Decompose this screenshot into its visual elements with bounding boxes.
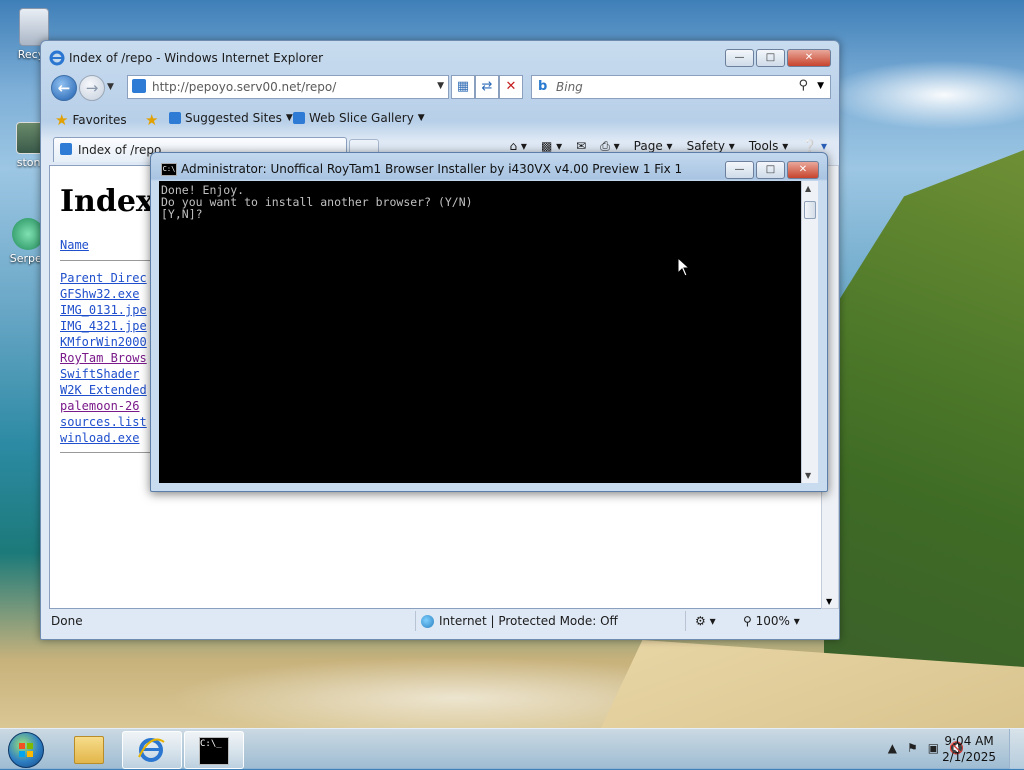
minimize-button[interactable]: — — [725, 49, 754, 67]
console-icon: C:\ — [161, 163, 177, 176]
scroll-down-icon[interactable]: ▼ — [805, 471, 811, 480]
console-line: Do you want to install another browser? … — [161, 195, 473, 209]
status-text: Done — [51, 614, 83, 628]
clock-date: 2/1/2025 — [942, 750, 996, 764]
console-scrollbar[interactable]: ▲ ▼ — [801, 181, 818, 483]
refresh-button[interactable]: ⇄ — [475, 75, 499, 99]
divider — [415, 611, 416, 631]
file-link[interactable]: Parent Direc — [60, 270, 147, 286]
ie-logo-icon — [138, 738, 165, 762]
console-maximize-button[interactable]: □ — [756, 161, 785, 179]
network-icon[interactable]: ▣ — [928, 741, 939, 755]
ie-page-icon — [293, 112, 305, 124]
clock[interactable]: 9:04 AM 2/1/2025 — [942, 733, 996, 765]
address-text[interactable]: http://pepoyo.serv00.net/repo/ — [152, 80, 336, 94]
file-list: Parent Direc GFShw32.exe IMG_0131.jpe IMG_4… — [60, 270, 147, 446]
ie-page-icon — [169, 112, 181, 124]
file-link[interactable]: IMG_4321.jpe — [60, 318, 147, 334]
mouse-cursor-icon — [677, 257, 691, 277]
taskbar-console-button[interactable]: C:\_ — [184, 731, 244, 769]
chevron-down-icon: ▼ — [285, 113, 293, 123]
address-dropdown-icon[interactable]: ▼ — [437, 81, 444, 91]
add-favorite-icon: ★ — [145, 111, 159, 129]
name-column-link[interactable]: Name — [60, 238, 89, 252]
console-text: Done! Enjoy. Do you want to install anoth… — [159, 181, 801, 223]
popup-blocker-icon[interactable]: ⚙ ▾ — [695, 614, 716, 628]
file-link[interactable]: W2K Extended — [60, 382, 147, 398]
zoom-control[interactable]: ⚲ 100% ▾ — [743, 614, 800, 628]
suggested-sites-button[interactable]: Suggested Sites ▼ — [169, 111, 293, 125]
security-zone[interactable]: Internet | Protected Mode: Off — [421, 614, 618, 628]
compatibility-view-button[interactable]: ▦ — [451, 75, 475, 99]
stop-button[interactable]: ✕ — [499, 75, 523, 99]
file-link[interactable]: IMG_0131.jpe — [60, 302, 147, 318]
zone-label: Internet | Protected Mode: Off — [439, 614, 618, 628]
search-placeholder: Bing — [556, 80, 583, 94]
web-slice-gallery-button[interactable]: Web Slice Gallery ▼ — [293, 111, 425, 125]
wallpaper-surf — [120, 650, 680, 730]
ie-page-icon — [60, 143, 72, 155]
show-desktop-button[interactable] — [1009, 729, 1024, 769]
taskbar: C:\_ ▲ ⚑ ▣ 🔇 9:04 AM 2/1/2025 — [0, 728, 1024, 769]
scroll-up-icon[interactable]: ▲ — [805, 184, 811, 193]
console-window[interactable]: C:\ Administrator: Unoffical RoyTam1 Bro… — [150, 152, 828, 492]
console-line: [Y,N]? — [161, 207, 203, 221]
file-link[interactable]: sources.list — [60, 414, 147, 430]
taskbar-ie-button[interactable] — [122, 731, 182, 769]
bing-logo-icon: b — [538, 79, 548, 94]
file-link[interactable]: palemoon-26 — [60, 398, 147, 414]
favorites-bar: ★ Favorites ★ Suggested Sites ▼ Web Slic… — [49, 107, 831, 131]
file-link[interactable]: KMforWin2000 — [60, 334, 147, 350]
command-prompt-icon: C:\_ — [199, 737, 229, 765]
file-link[interactable]: GFShw32.exe — [60, 286, 147, 302]
console-title: Administrator: Unoffical RoyTam1 Browser… — [181, 162, 683, 176]
windows-logo-icon — [19, 743, 33, 757]
console-output[interactable]: Done! Enjoy. Do you want to install anoth… — [159, 181, 801, 483]
address-bar[interactable]: http://pepoyo.serv00.net/repo/ ▼ — [127, 75, 449, 99]
search-options-dropdown[interactable]: ▼ — [817, 81, 824, 91]
search-input[interactable]: b Bing ⚲ ▼ — [531, 75, 831, 99]
star-icon: ★ — [55, 111, 69, 129]
navigation-bar: ← → ▼ http://pepoyo.serv00.net/repo/ ▼ ▦… — [49, 73, 831, 101]
scroll-thumb[interactable] — [804, 201, 816, 219]
status-bar: Done Internet | Protected Mode: Off ⚙ ▾ … — [49, 611, 831, 631]
favorites-label: Favorites — [72, 113, 127, 127]
recent-pages-dropdown[interactable]: ▼ — [107, 82, 114, 92]
wallpaper-clouds — [824, 60, 1024, 130]
favorites-button[interactable]: ★ Favorites — [55, 111, 127, 129]
web-slice-gallery-label: Web Slice Gallery — [309, 111, 414, 125]
suggested-sites-label: Suggested Sites — [185, 111, 282, 125]
console-minimize-button[interactable]: — — [725, 161, 754, 179]
divider — [685, 611, 686, 631]
console-close-button[interactable]: ✕ — [787, 161, 819, 179]
ie-logo-icon — [49, 50, 65, 66]
file-link[interactable]: RoyTam Brows — [60, 350, 147, 366]
file-link[interactable]: SwiftShader — [60, 366, 147, 382]
forward-button[interactable]: → — [79, 75, 105, 101]
close-button[interactable]: ✕ — [787, 49, 831, 67]
clock-time: 9:04 AM — [944, 734, 994, 748]
show-hidden-icons-icon[interactable]: ▲ — [888, 741, 897, 755]
back-button[interactable]: ← — [51, 75, 77, 101]
taskbar-explorer-button[interactable] — [60, 731, 118, 767]
folder-icon — [74, 736, 104, 764]
page-icon — [132, 79, 146, 93]
file-link[interactable]: winload.exe — [60, 430, 147, 446]
scroll-down-icon[interactable]: ▼ — [826, 597, 832, 606]
chevron-down-icon: ▼ — [417, 113, 425, 123]
maximize-button[interactable]: □ — [756, 49, 785, 67]
ie-titlebar[interactable]: Index of /repo - Windows Internet Explor… — [49, 47, 831, 69]
search-icon[interactable]: ⚲ — [798, 78, 808, 93]
action-center-flag-icon[interactable]: ⚑ — [907, 741, 918, 755]
globe-icon — [421, 614, 434, 628]
add-to-favorites-bar-button[interactable]: ★ — [145, 111, 158, 129]
tab-label: Index of /repo — [78, 143, 162, 157]
start-button[interactable] — [8, 732, 44, 768]
window-title: Index of /repo - Windows Internet Explor… — [69, 51, 324, 65]
wallpaper-hills — [824, 150, 1024, 730]
